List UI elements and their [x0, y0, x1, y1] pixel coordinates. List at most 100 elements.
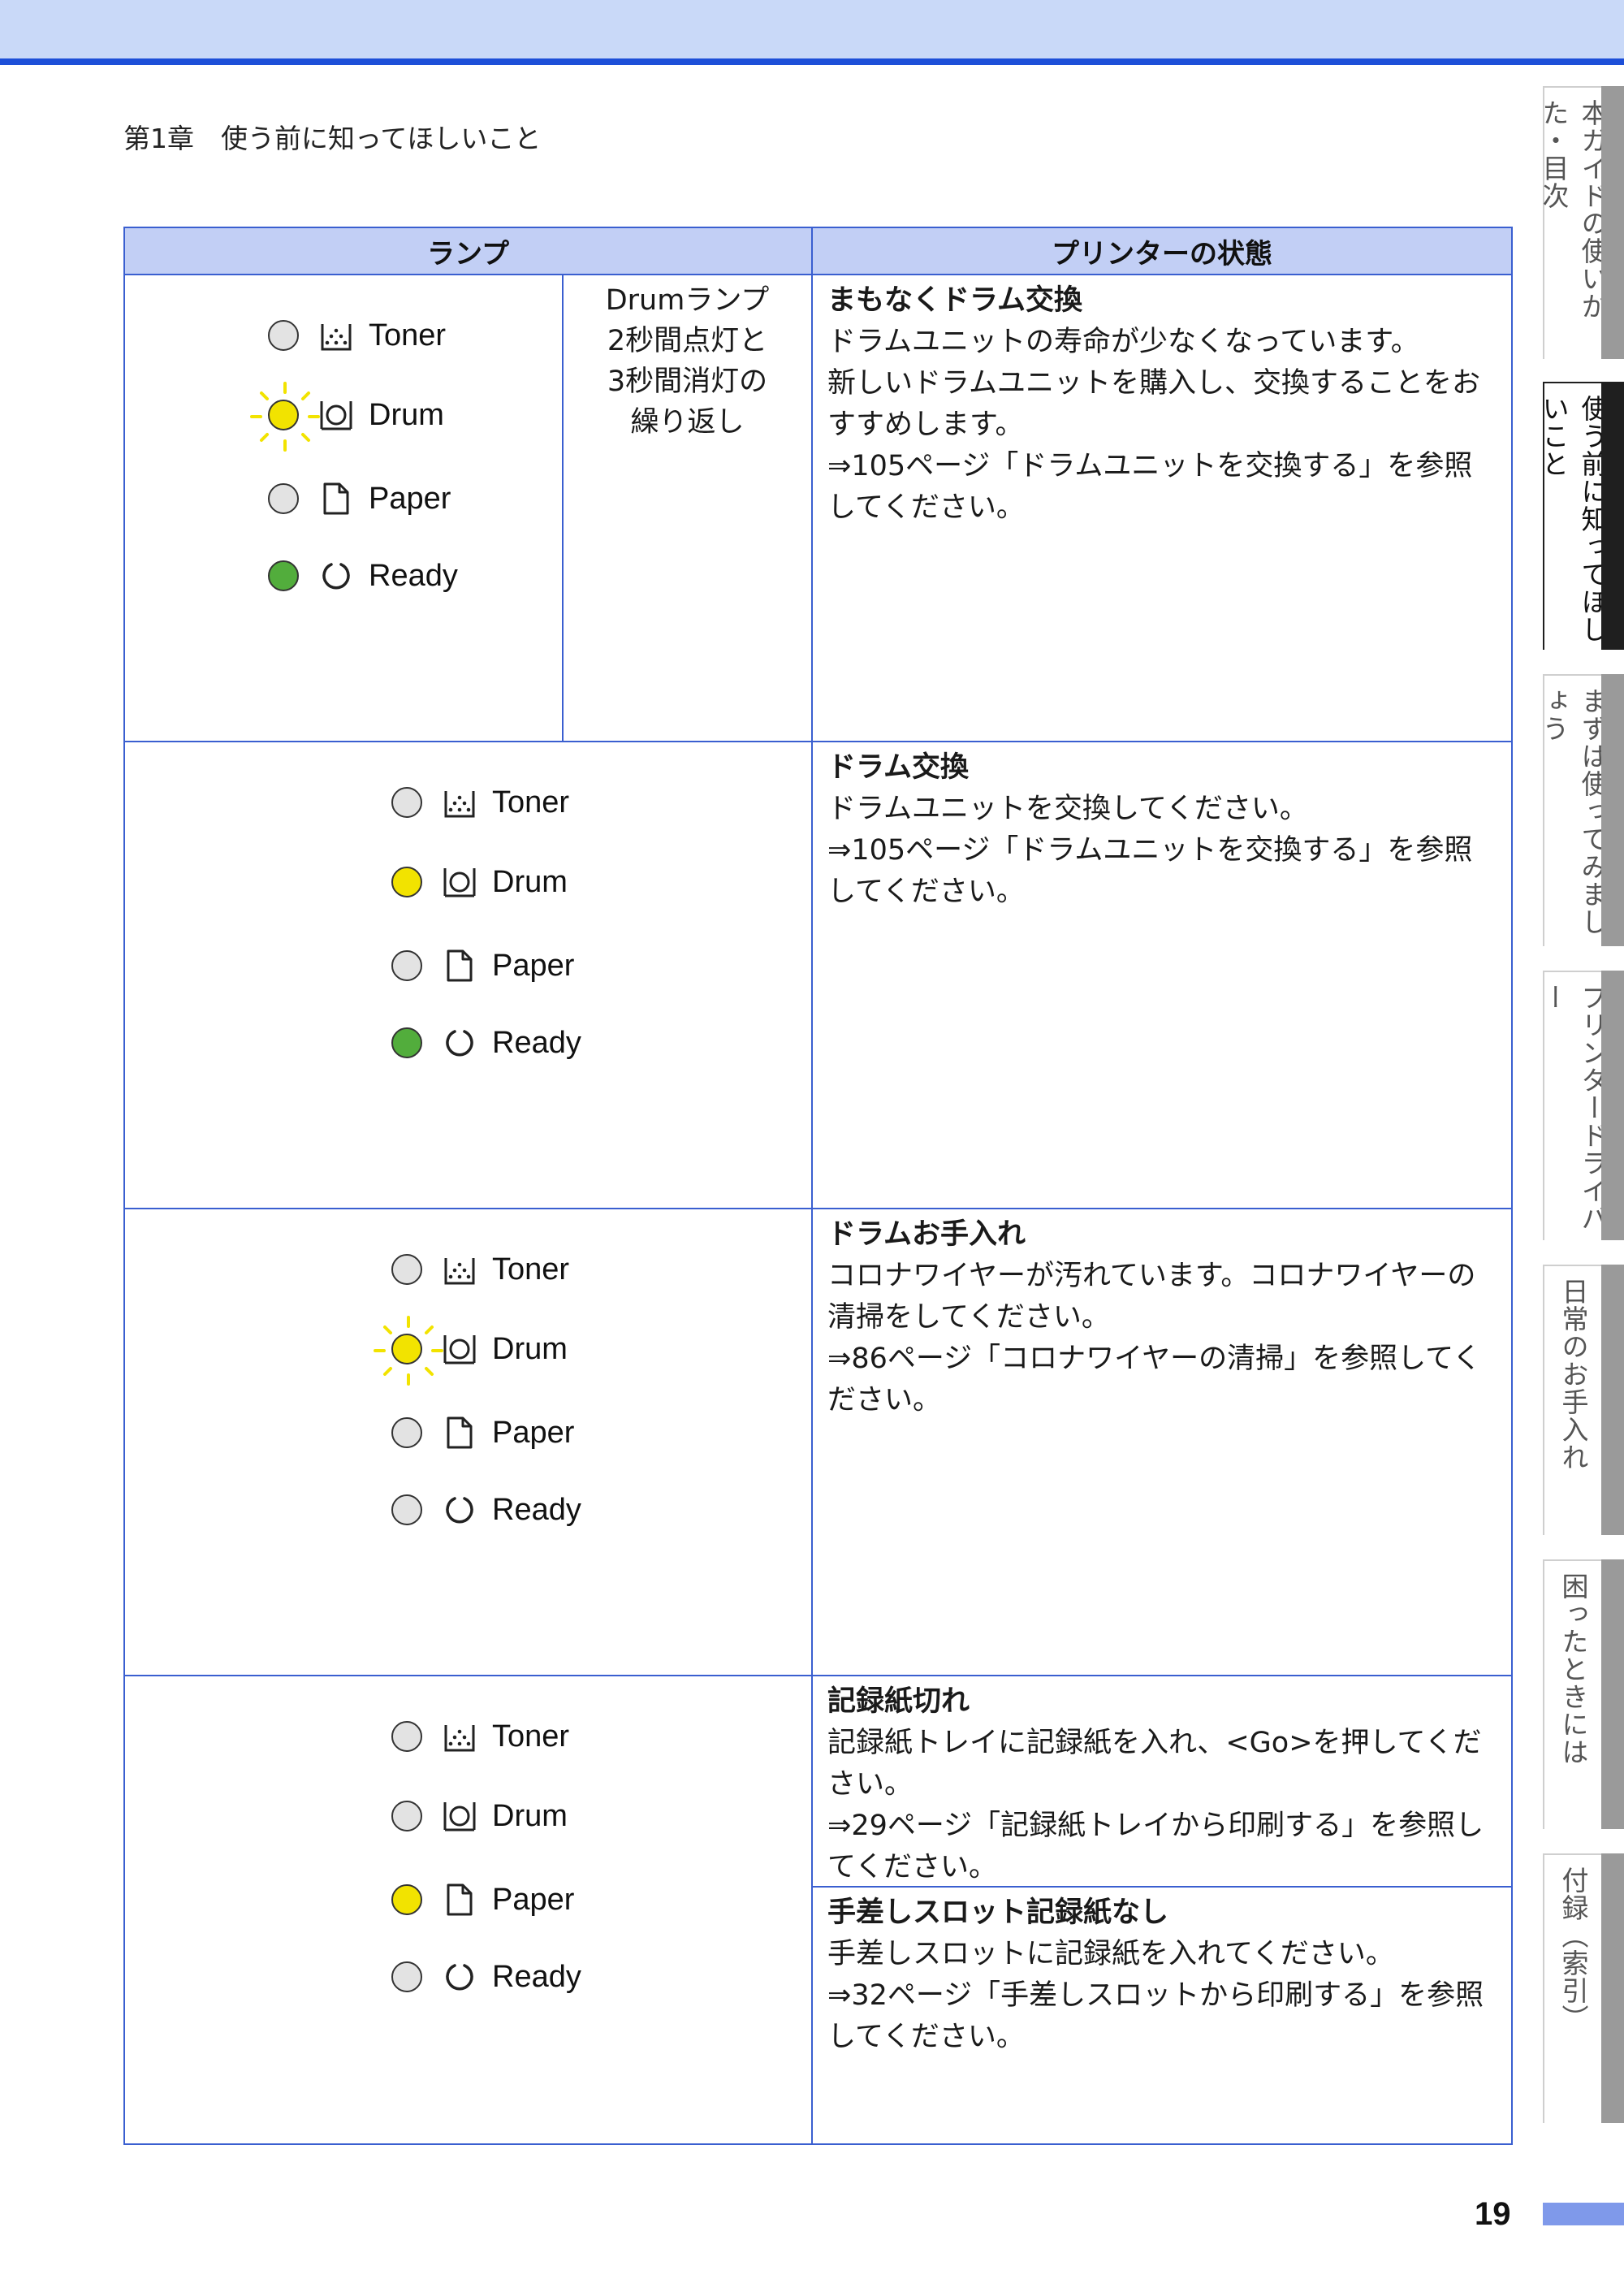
lamp-list: Toner Drum Paper Ready: [391, 785, 684, 1061]
paper-icon: [442, 1882, 477, 1918]
lamp-paper: Paper: [391, 948, 684, 983]
pattern-line: Drumランプ: [605, 284, 770, 317]
side-tab-label: 本ガイドの使いかた・目次: [1538, 99, 1609, 320]
lamp-list: Toner Drum Paper Ready: [391, 1719, 684, 1995]
lamp-cell: Toner Drum Paper Ready: [125, 742, 813, 1208]
lamp-label: Toner: [492, 1252, 570, 1287]
table-row: Toner Drum Paper Ready Drumランプ 2秒間点灯と 3秒間消灯…: [125, 275, 1511, 742]
lamp-label: Toner: [492, 1719, 570, 1754]
state-block: まもなくドラム交換 ドラムユニットの寿命が少なくなっています。 新しいドラムユニ…: [813, 275, 1511, 529]
toner-icon: [442, 1252, 477, 1287]
state-line: コロナワイヤーが汚れています。コロナワイヤーの: [827, 1260, 1476, 1292]
side-tab-maintenance[interactable]: 日常のお手入れ: [1543, 1265, 1624, 1535]
lamp-label: Paper: [492, 948, 575, 983]
lamp-label: Drum: [492, 1798, 568, 1833]
side-tab-bar: [1601, 674, 1624, 946]
state-line: してください。: [827, 491, 1025, 524]
led-indicator-icon: [391, 1494, 422, 1525]
blink-rays-icon: [250, 382, 320, 452]
led-indicator-icon: [250, 382, 320, 452]
lamp-list: Toner Drum Paper Ready: [250, 318, 560, 594]
page-number: 19: [1475, 2196, 1511, 2232]
side-tab-label: 使う前に知ってほしいこと: [1538, 395, 1609, 643]
lamp-ready: Ready: [268, 558, 560, 594]
lamp-label: Paper: [369, 481, 451, 516]
state-line: ⇒32ページ「手差しスロットから印刷する」を参照: [827, 1979, 1484, 2012]
toner-icon: [318, 318, 354, 353]
state-line: ドラムユニットの寿命が少なくなっています。: [827, 326, 1419, 358]
blink-rays-icon: [374, 1316, 443, 1386]
state-cell: ドラムお手入れ コロナワイヤーが汚れています。コロナワイヤーの 清掃をしてくださ…: [813, 1209, 1511, 1675]
led-indicator-icon: [391, 1801, 422, 1831]
led-indicator-icon: [391, 1417, 422, 1448]
side-tab-bar: [1601, 1265, 1624, 1535]
state-block: 手差しスロット記録紙なし 手差しスロットに記録紙を入れてください。 ⇒32ページ…: [813, 1888, 1511, 2058]
state-block: ドラム交換 ドラムユニットを交換してください。 ⇒105ページ「ドラムユニットを…: [813, 742, 1511, 913]
drum-icon: [318, 397, 354, 433]
lamp-toner: Toner: [391, 1252, 684, 1287]
state-block: ドラムお手入れ コロナワイヤーが汚れています。コロナワイヤーの 清掃をしてくださ…: [813, 1209, 1511, 1421]
drum-icon: [442, 864, 477, 900]
side-tab-bar: [1601, 1853, 1624, 2123]
blink-pattern: Drumランプ 2秒間点灯と 3秒間消灯の 繰り返し: [564, 275, 811, 741]
led-indicator-icon: [374, 1316, 443, 1386]
ready-icon: [442, 1959, 477, 1995]
state-line: ⇒29ページ「記録紙トレイから印刷する」を参照し: [827, 1810, 1484, 1842]
state-line: 記録紙トレイに記録紙を入れ、<Go>を押してくだ: [827, 1727, 1482, 1759]
lamp-cell: Toner Drum Paper Ready Drumランプ 2秒間点灯と 3秒間消灯…: [125, 275, 813, 741]
header-printer-state: プリンターの状態: [1052, 237, 1272, 270]
table-row: Toner Drum Paper Ready 記録紙切れ 記録紙トレイに記録紙を入れ、…: [125, 1676, 1511, 2143]
state-line: ⇒105ページ「ドラムユニットを交換する」を参照: [827, 834, 1473, 867]
ready-icon: [442, 1025, 477, 1061]
state-cell: まもなくドラム交換 ドラムユニットの寿命が少なくなっています。 新しいドラムユニ…: [813, 275, 1511, 741]
table-header-row: ランプ プリンターの状態: [125, 228, 1511, 275]
lamp-label: Ready: [492, 1492, 581, 1527]
side-tab-before-use[interactable]: 使う前に知ってほしいこと: [1538, 382, 1624, 650]
state-line: 手差しスロットに記録紙を入れてください。: [827, 1938, 1394, 1970]
state-line: ⇒105ページ「ドラムユニットを交換する」を参照: [827, 450, 1473, 482]
lamp-label: Paper: [492, 1415, 575, 1450]
side-tab-label: プリンタードライバー: [1538, 984, 1609, 1232]
pattern-line: 2秒間点灯と: [607, 325, 768, 357]
state-title: ドラムお手入れ: [827, 1218, 1026, 1251]
lamp-area: Toner Drum Paper Ready: [125, 275, 564, 741]
lamp-label: Drum: [492, 1331, 568, 1366]
state-line: してください。: [827, 876, 1025, 908]
led-indicator-icon: [268, 320, 299, 351]
led-indicator-icon: [391, 1961, 422, 1992]
side-tab-guide[interactable]: 本ガイドの使いかた・目次: [1538, 86, 1624, 359]
side-tab-troubleshooting[interactable]: 困ったときには: [1543, 1559, 1624, 1829]
lamp-label: Ready: [492, 1025, 581, 1060]
state-cell: ドラム交換 ドラムユニットを交換してください。 ⇒105ページ「ドラムユニットを…: [813, 742, 1511, 1208]
lamp-label: Drum: [492, 864, 568, 899]
led-indicator-icon: [391, 1027, 422, 1058]
side-tab-try-using[interactable]: まずは使ってみましょう: [1538, 674, 1624, 946]
side-tab-label: まずは使ってみましょう: [1538, 687, 1609, 936]
lamp-toner: Toner: [391, 785, 684, 819]
state-title: 記録紙切れ: [827, 1685, 970, 1718]
lamp-label: Drum: [369, 397, 444, 432]
page-number-bar: [1543, 2203, 1624, 2225]
state-line: ドラムユニットを交換してください。: [827, 793, 1308, 825]
led-indicator-icon: [268, 483, 299, 514]
state-title: まもなくドラム交換: [827, 284, 1082, 317]
lamp-paper: Paper: [268, 481, 560, 516]
state-block: 記録紙切れ 記録紙トレイに記録紙を入れ、<Go>を押してくだ さい。 ⇒29ペー…: [813, 1676, 1511, 1888]
toner-icon: [442, 1719, 477, 1754]
side-tab-printer-driver[interactable]: プリンタードライバー: [1538, 971, 1624, 1240]
table-row: Toner Drum Paper Ready ドラム交換 ドラムユニットを交換してくだ…: [125, 742, 1511, 1209]
led-indicator-icon: [268, 560, 299, 591]
drum-icon: [442, 1331, 477, 1367]
side-tab-bar: [1601, 971, 1624, 1240]
lamp-list: Toner Drum Paper Ready: [374, 1252, 684, 1527]
table-row: Toner Drum Paper Ready ドラムお手入れ コロナワイヤーが汚れてい…: [125, 1209, 1511, 1676]
lamp-ready: Ready: [391, 1959, 684, 1995]
ready-icon: [318, 558, 354, 594]
lamp-ready: Ready: [391, 1492, 684, 1527]
lamp-label: Toner: [492, 785, 570, 819]
lamp-label: Toner: [369, 318, 447, 352]
led-indicator-icon: [391, 867, 422, 897]
led-indicator-icon: [391, 1721, 422, 1752]
side-tab-appendix[interactable]: 付録（索引）: [1543, 1853, 1624, 2123]
state-line: 清掃をしてください。: [827, 1301, 1110, 1334]
